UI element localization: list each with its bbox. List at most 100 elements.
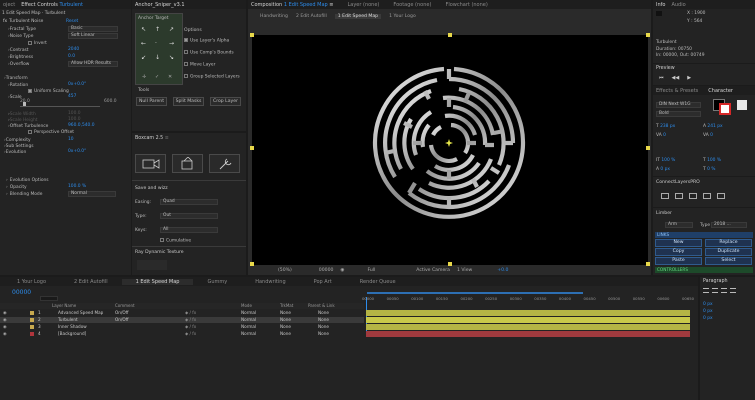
effect-prop-row[interactable]: › Evolution bbox=[4, 149, 26, 155]
timeline-tab[interactable]: 2 Edit Autofill bbox=[60, 279, 122, 285]
col-comment[interactable]: Comment bbox=[115, 303, 135, 308]
exposure-value[interactable]: +0.0 bbox=[497, 268, 508, 273]
anchor-sniper-tab[interactable]: Anchor_Sniper_v3.1 bbox=[135, 2, 185, 8]
table-row[interactable]: ◉ 3 Inner Shadow ◆ / fx Normal None None bbox=[0, 324, 364, 330]
prop-value[interactable]: 457 bbox=[68, 94, 76, 99]
tsume-row[interactable]: T 0 % bbox=[703, 167, 715, 172]
layer-switches[interactable]: ◆ / fx bbox=[185, 331, 196, 336]
prev-frame-icon[interactable]: ◀◀ bbox=[672, 75, 680, 81]
justify-icon[interactable] bbox=[730, 288, 736, 293]
prop-checkbox[interactable] bbox=[28, 41, 32, 45]
connect-icon-5[interactable] bbox=[717, 193, 725, 199]
prop-select[interactable]: Basic bbox=[68, 26, 118, 32]
layer-name[interactable]: Inner Shadow bbox=[58, 324, 87, 329]
breadcrumb-handwriting[interactable]: Handwriting bbox=[260, 14, 288, 19]
evolution-options[interactable]: › Evolution Options bbox=[6, 177, 49, 183]
kerning-row[interactable]: VA 0 bbox=[656, 133, 666, 138]
breadcrumb-your-logo[interactable]: 1 Your Logo bbox=[389, 14, 416, 19]
cumulative-checkbox[interactable]: Cumulative bbox=[160, 238, 191, 244]
layer-duration-bar[interactable] bbox=[366, 310, 690, 316]
resolution-select[interactable]: Full bbox=[367, 268, 375, 273]
font-style-select[interactable]: Bold bbox=[656, 111, 701, 117]
prop-select[interactable]: Soft Linear bbox=[68, 33, 118, 39]
limber-type-select[interactable]: 2018 ... bbox=[711, 222, 747, 228]
type-select[interactable]: Out bbox=[160, 213, 218, 219]
composition-tab[interactable]: Composition 1 Edit Speed Map ≡ bbox=[251, 2, 333, 8]
null-parent-button[interactable]: Null Parent bbox=[136, 97, 167, 106]
layer-comment[interactable]: On/Off bbox=[115, 310, 129, 315]
align-left-icon[interactable] bbox=[703, 288, 709, 293]
timeline-search-input[interactable] bbox=[40, 296, 58, 301]
anchor-apply-icon[interactable]: ✓ bbox=[155, 74, 159, 80]
timeline-tab[interactable]: 1 Your Logo bbox=[3, 279, 60, 285]
connect-icon-3[interactable] bbox=[689, 193, 697, 199]
layer-parent-select[interactable]: None bbox=[318, 331, 329, 336]
effect-prop-row[interactable]: › Rotation bbox=[8, 82, 28, 88]
timecode-display[interactable]: 00000 bbox=[319, 268, 334, 273]
prop-checkbox[interactable] bbox=[28, 89, 32, 93]
effect-turbulent-noise[interactable]: fx Turbulent Noise bbox=[3, 18, 43, 24]
blending-mode-select[interactable]: Normal bbox=[68, 191, 116, 197]
stroke-color-swatch[interactable] bbox=[719, 103, 731, 115]
audio-tab[interactable]: Audio bbox=[671, 2, 685, 8]
visibility-eye-icon[interactable]: ◉ bbox=[3, 310, 7, 315]
col-layer-name[interactable]: Layer Name bbox=[52, 303, 76, 308]
prop-value[interactable]: 100.0 bbox=[68, 111, 81, 116]
font-size-row[interactable]: T 238 px bbox=[656, 124, 675, 129]
anchor-e-icon[interactable]: → bbox=[169, 40, 174, 47]
effect-prop-row[interactable]: › Scale bbox=[8, 94, 22, 100]
layer-mode-select[interactable]: Normal bbox=[241, 324, 256, 329]
anchor-center-icon[interactable]: · bbox=[155, 40, 157, 47]
breadcrumb-edit-autofill[interactable]: 2 Edit Autofill bbox=[296, 14, 327, 19]
baseline-row[interactable]: A 0 px bbox=[656, 167, 670, 172]
prop-value[interactable]: 0x+0.0° bbox=[68, 149, 86, 154]
layer-bounds-handle[interactable] bbox=[646, 262, 650, 266]
eyedropper-swatch[interactable] bbox=[737, 100, 747, 110]
limber-duplicate-button[interactable]: Duplicate bbox=[705, 248, 752, 256]
layer-switches[interactable]: ◆ / fx bbox=[185, 317, 196, 322]
effect-prop-row[interactable]: › Brightness bbox=[8, 54, 33, 60]
limber-replace-button[interactable]: Replace bbox=[705, 239, 752, 247]
anchor-move-icon[interactable]: ✛ bbox=[142, 74, 146, 80]
layer-switches[interactable]: ◆ / fx bbox=[185, 324, 196, 329]
effect-prop-row[interactable]: › Contrast bbox=[8, 47, 29, 53]
camera-snapshot-icon[interactable]: ◉ bbox=[340, 268, 344, 273]
limber-copy-button[interactable]: Copy bbox=[655, 248, 702, 256]
layer-bounds-handle[interactable] bbox=[448, 262, 452, 266]
layer-bounds-handle[interactable] bbox=[250, 146, 254, 150]
ray-texture-swatch[interactable] bbox=[137, 260, 167, 270]
opacity-value[interactable]: 100.0 % bbox=[68, 184, 86, 189]
layer-tab[interactable]: Layer (none) bbox=[347, 2, 379, 8]
connect-icon-4[interactable] bbox=[703, 193, 711, 199]
effect-prop-row[interactable]: › Transform bbox=[4, 75, 28, 81]
breadcrumb-edit-speed-map[interactable]: 1 Edit Speed Map bbox=[334, 14, 382, 19]
indent-left-value[interactable]: 0 px bbox=[703, 302, 713, 307]
table-row[interactable]: ◉ 2 Turbulent On/Off ◆ / fx Normal None None bbox=[0, 317, 364, 323]
layer-bounds-handle[interactable] bbox=[646, 33, 650, 37]
space-before-value[interactable]: 0 px bbox=[703, 316, 713, 321]
layer-comment[interactable]: On/Off bbox=[115, 317, 129, 322]
effect-prop-row[interactable]: Uniform Scaling bbox=[28, 88, 69, 94]
prop-value[interactable]: 100.0 bbox=[68, 117, 81, 122]
footage-tab[interactable]: Footage (none) bbox=[393, 2, 431, 8]
vertical-scale-row[interactable]: IT 100 % bbox=[656, 158, 675, 163]
camera-add-button[interactable] bbox=[135, 154, 166, 173]
table-row[interactable]: ◉ 1 Advanced Speed Map On/Off ◆ / fx Normal No… bbox=[0, 310, 364, 316]
maze-logo[interactable] bbox=[371, 65, 527, 221]
anchor-option-checkbox[interactable]: Use Layer's Alpha bbox=[184, 38, 229, 44]
horizontal-scale-row[interactable]: T 100 % bbox=[703, 158, 721, 163]
limber-new-button[interactable]: New bbox=[655, 239, 702, 247]
layer-parent-select[interactable]: None bbox=[318, 310, 329, 315]
flowchart-tab[interactable]: Flowchart (none) bbox=[445, 2, 487, 8]
effects-presets-tab[interactable]: Effects & Presets bbox=[656, 88, 698, 94]
anchor-se-icon[interactable]: ↘ bbox=[169, 54, 174, 61]
layer-trkmat-select[interactable]: None bbox=[280, 317, 291, 322]
limber-paste-button[interactable]: Paste bbox=[655, 257, 702, 265]
anchor-n-icon[interactable]: ↑ bbox=[155, 26, 160, 33]
layer-name[interactable]: Turbulent bbox=[58, 317, 78, 322]
opacity-row[interactable]: › Opacity bbox=[6, 184, 27, 190]
align-center-icon[interactable] bbox=[712, 288, 718, 293]
layer-mode-select[interactable]: Normal bbox=[241, 331, 256, 336]
label-color-swatch[interactable] bbox=[30, 318, 34, 322]
first-frame-icon[interactable]: ⏮ bbox=[659, 75, 664, 81]
